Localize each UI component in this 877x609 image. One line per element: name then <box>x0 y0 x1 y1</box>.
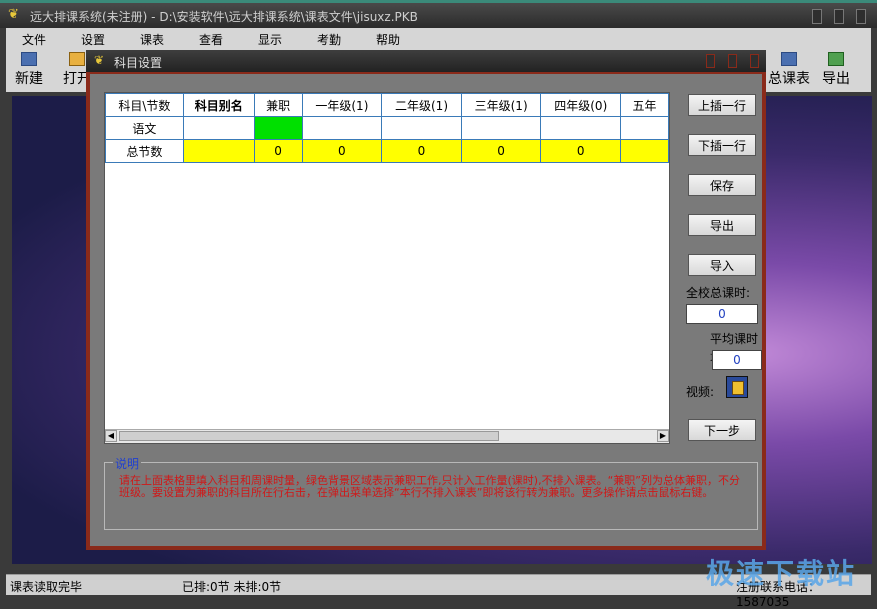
watermark: 极速下载站 <box>706 557 857 590</box>
app-logo-icon: ❦ <box>94 53 105 67</box>
grade-cell[interactable] <box>301 116 383 140</box>
menu-help[interactable]: 帮助 <box>376 31 400 48</box>
folder-icon <box>69 52 85 66</box>
total-cell[interactable]: 0 <box>540 139 622 163</box>
dialog-title-bar: ❦ 科目设置 <box>86 50 766 72</box>
header-subject-periods[interactable]: 科目\节数 <box>105 93 184 117</box>
grade-cell[interactable] <box>460 116 542 140</box>
description-text: 请在上面表格里填入科目和周课时量，绿色背景区域表示兼职工作,只计入工作量(课时)… <box>119 474 740 499</box>
video-label: 视频: <box>686 385 715 399</box>
description-title: 说明 <box>113 455 142 472</box>
close-icon[interactable] <box>856 9 866 24</box>
grade-cell[interactable] <box>381 116 462 140</box>
grade-cell[interactable] <box>540 116 622 140</box>
scroll-thumb[interactable] <box>119 431 499 441</box>
menu-bar: 文件 设置 课表 查看 显示 考勤 帮助 <box>6 28 871 49</box>
window-title: 远大排课系统(未注册) - D:\安装软件\远大排课系统\课表文件\jisuxz… <box>30 10 418 24</box>
scroll-left-icon[interactable]: ◀ <box>105 430 117 442</box>
table-icon <box>781 52 797 66</box>
menu-settings[interactable]: 设置 <box>81 31 105 48</box>
header-grade5[interactable]: 五年 <box>620 93 669 117</box>
next-step-button[interactable]: 下一步 <box>688 419 756 441</box>
total-cell[interactable] <box>182 139 255 163</box>
header-part-time[interactable]: 兼职 <box>253 93 303 117</box>
export-label: 导出 <box>822 71 850 87</box>
avg-hours-field[interactable]: 0 <box>712 350 762 370</box>
export-icon <box>828 52 844 66</box>
total-cell[interactable]: 0 <box>460 139 542 163</box>
total-periods-label-cell[interactable]: 总节数 <box>105 139 184 163</box>
app-logo-icon: ❦ <box>8 7 19 22</box>
horizontal-scrollbar[interactable]: ◀ ▶ <box>105 429 669 443</box>
import-button[interactable]: 导入 <box>688 254 756 276</box>
export-button[interactable]: 导出 <box>820 52 852 88</box>
dialog-title: 科目设置 <box>114 56 163 70</box>
header-grade1[interactable]: 一年级(1) <box>301 93 383 117</box>
menu-schedule[interactable]: 课表 <box>140 31 164 48</box>
total-cell[interactable]: 0 <box>381 139 462 163</box>
save-button[interactable]: 保存 <box>688 174 756 196</box>
export-dialog-button[interactable]: 导出 <box>688 214 756 236</box>
new-label: 新建 <box>15 71 43 87</box>
grade-cell[interactable] <box>620 116 669 140</box>
insert-below-button[interactable]: 下插一行 <box>688 134 756 156</box>
alias-cell[interactable] <box>182 116 255 140</box>
total-schedule-label: 总课表 <box>768 71 810 87</box>
total-hours-label: 全校总课时: <box>686 286 751 300</box>
total-cell[interactable] <box>620 139 669 163</box>
status-count: 已排:0节 未排:0节 <box>182 580 282 594</box>
header-grade2[interactable]: 二年级(1) <box>381 93 462 117</box>
part-time-cell[interactable] <box>253 116 303 140</box>
header-alias[interactable]: 科目别名 <box>182 93 255 117</box>
new-button[interactable]: 新建 <box>14 52 44 88</box>
description-box: 说明 请在上面表格里填入科目和周课时量，绿色背景区域表示兼职工作,只计入工作量(… <box>104 455 758 530</box>
video-icon[interactable] <box>726 376 748 398</box>
dialog-body: 科目\节数 科目别名 兼职 一年级(1) 二年级(1) 三年级(1) 四年级(0… <box>90 74 762 546</box>
menu-view[interactable]: 查看 <box>199 31 223 48</box>
total-cell[interactable]: 0 <box>253 139 303 163</box>
menu-file[interactable]: 文件 <box>22 31 46 48</box>
header-grade4[interactable]: 四年级(0) <box>540 93 622 117</box>
dialog-maximize-icon[interactable] <box>728 54 737 68</box>
main-title-bar: ❦ 远大排课系统(未注册) - D:\安装软件\远大排课系统\课表文件\jisu… <box>0 0 877 28</box>
film-strip-icon <box>732 381 744 395</box>
scroll-right-icon[interactable]: ▶ <box>657 430 669 442</box>
dialog-minimize-icon[interactable] <box>706 54 715 68</box>
table-icon <box>21 52 37 66</box>
status-message: 课表读取完毕 <box>10 580 83 594</box>
total-cell[interactable]: 0 <box>301 139 383 163</box>
subject-settings-dialog: ❦ 科目设置 科目\节数 科目别名 兼职 一年级(1) 二年级(1) 三年级(1… <box>86 50 766 550</box>
table-row: 总节数 0 0 0 0 0 <box>105 139 669 163</box>
subject-table: 科目\节数 科目别名 兼职 一年级(1) 二年级(1) 三年级(1) 四年级(0… <box>105 93 669 163</box>
total-schedule-button[interactable]: 总课表 <box>766 52 812 88</box>
menu-attendance[interactable]: 考勤 <box>317 31 341 48</box>
table-header-row: 科目\节数 科目别名 兼职 一年级(1) 二年级(1) 三年级(1) 四年级(0… <box>105 93 669 117</box>
maximize-icon[interactable] <box>834 9 844 24</box>
minimize-icon[interactable] <box>812 9 822 24</box>
total-hours-field[interactable]: 0 <box>686 304 758 324</box>
table-row: 语文 <box>105 116 669 140</box>
subject-cell[interactable]: 语文 <box>105 116 184 140</box>
subject-grid[interactable]: 科目\节数 科目别名 兼职 一年级(1) 二年级(1) 三年级(1) 四年级(0… <box>104 92 670 444</box>
menu-display[interactable]: 显示 <box>258 31 282 48</box>
dialog-close-icon[interactable] <box>750 54 759 68</box>
header-grade3[interactable]: 三年级(1) <box>460 93 542 117</box>
insert-above-button[interactable]: 上插一行 <box>688 94 756 116</box>
